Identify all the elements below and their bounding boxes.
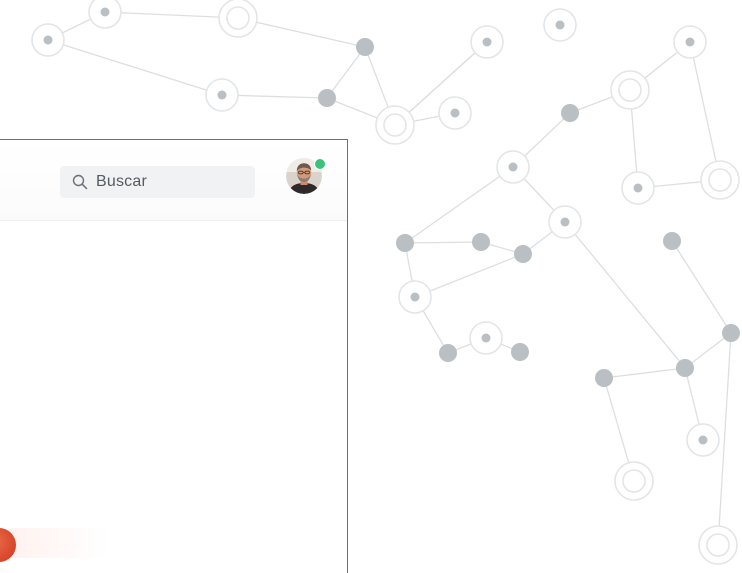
network-node	[698, 525, 738, 565]
app-background: Buscar	[0, 0, 742, 573]
network-edge	[47, 39, 223, 96]
network-edge	[414, 253, 524, 298]
network-edge	[717, 332, 732, 546]
network-node	[595, 369, 613, 387]
network-node	[375, 105, 415, 145]
chat-panel: Buscar	[0, 139, 348, 573]
network-node	[318, 89, 336, 107]
network-edge	[671, 240, 732, 334]
network-edge	[404, 241, 482, 244]
network-node	[686, 423, 720, 457]
network-node	[722, 324, 740, 342]
network-edge	[104, 11, 239, 19]
network-node	[610, 70, 650, 110]
network-node	[218, 0, 258, 38]
network-node	[469, 321, 503, 355]
network-edge	[404, 166, 514, 244]
network-node	[438, 96, 472, 130]
network-node	[472, 233, 490, 251]
network-node	[676, 359, 694, 377]
network-node	[561, 104, 579, 122]
network-node	[673, 25, 707, 59]
search-icon	[72, 174, 88, 190]
network-node	[470, 25, 504, 59]
network-node	[31, 23, 65, 57]
network-node	[514, 245, 532, 263]
network-node	[205, 78, 239, 112]
network-edge	[603, 367, 686, 379]
network-edge	[689, 41, 721, 181]
network-node	[356, 38, 374, 56]
network-node	[663, 232, 681, 250]
network-node	[621, 171, 655, 205]
bottom-fab-glow	[0, 528, 110, 558]
network-node	[614, 461, 654, 501]
network-node	[396, 234, 414, 252]
network-node	[439, 344, 457, 362]
network-node	[543, 8, 577, 42]
network-node	[398, 280, 432, 314]
network-node	[496, 150, 530, 184]
panel-header: Buscar	[0, 140, 347, 221]
online-status-dot	[314, 158, 326, 170]
search-placeholder: Buscar	[96, 173, 147, 190]
network-node	[511, 343, 529, 361]
search-input[interactable]: Buscar	[60, 166, 255, 198]
network-node	[700, 160, 740, 200]
network-edge	[326, 46, 366, 99]
user-avatar-button[interactable]	[286, 158, 326, 198]
network-node	[88, 0, 122, 29]
network-node	[548, 205, 582, 239]
